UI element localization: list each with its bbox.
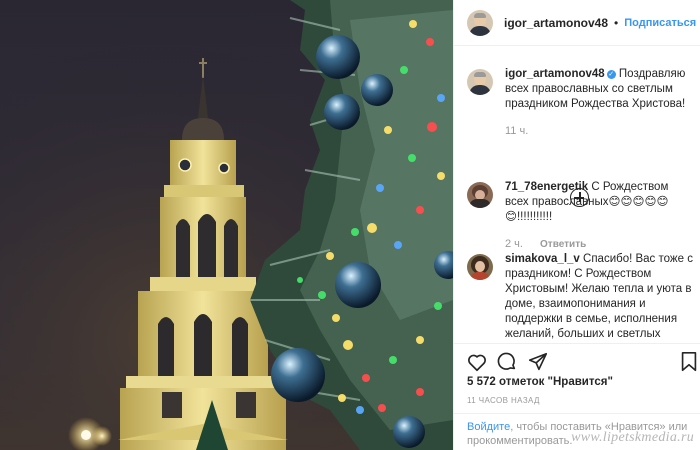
comment-text: Спасибо! Вас тоже с праздником! С Рождес… — [505, 253, 693, 340]
share-icon[interactable] — [527, 351, 549, 373]
caption-username[interactable]: igor_artamonov48 — [505, 68, 605, 80]
comment-item: simakova_l_v Спасибо! Вас тоже с праздни… — [467, 252, 693, 343]
avatar[interactable] — [467, 69, 493, 95]
caption: igor_artamonov48 ✓ Поздравляю всех правос… — [467, 67, 693, 139]
comment-meta: 2 ч. Ответить — [505, 237, 693, 252]
comment-time[interactable]: 2 ч. — [505, 238, 523, 250]
comment-username[interactable]: simakova_l_v — [505, 253, 580, 265]
post-header: igor_artamonov48 • Подписаться — [454, 0, 700, 46]
verified-badge-icon: ✓ — [606, 70, 616, 79]
church-and-christmas-tree-photo — [0, 0, 453, 450]
separator-dot: • — [614, 15, 619, 30]
follow-button[interactable]: Подписаться — [624, 17, 696, 29]
comment-icon[interactable] — [496, 351, 518, 373]
comments-list[interactable]: igor_artamonov48 ✓ Поздравляю всех правос… — [454, 47, 700, 343]
watermark: www.lipetskmedia.ru — [571, 430, 694, 445]
comment-username[interactable]: 71_78energetik — [505, 181, 588, 193]
avatar[interactable] — [467, 254, 493, 280]
reply-button[interactable]: Ответить — [540, 239, 586, 250]
likes-count[interactable]: 5 572 отметок "Нравится" — [467, 376, 613, 388]
caption-time[interactable]: 11 ч. — [505, 125, 528, 137]
action-bar — [454, 343, 700, 378]
bookmark-icon[interactable] — [680, 351, 698, 373]
post-sidebar: igor_artamonov48 • Подписаться igor_arta… — [453, 0, 700, 450]
heart-icon[interactable] — [466, 351, 488, 373]
caption-meta: 11 ч. — [505, 124, 693, 139]
author-username[interactable]: igor_artamonov48 — [504, 16, 608, 30]
avatar[interactable] — [467, 182, 493, 208]
post-photo[interactable] — [0, 0, 453, 450]
post-timestamp[interactable]: 11 ЧАСОВ НАЗАД — [467, 396, 540, 405]
login-link[interactable]: Войдите — [467, 421, 510, 433]
avatar[interactable] — [467, 9, 493, 36]
comment-item: 71_78energetik С Рождеством всех правосл… — [467, 180, 693, 252]
